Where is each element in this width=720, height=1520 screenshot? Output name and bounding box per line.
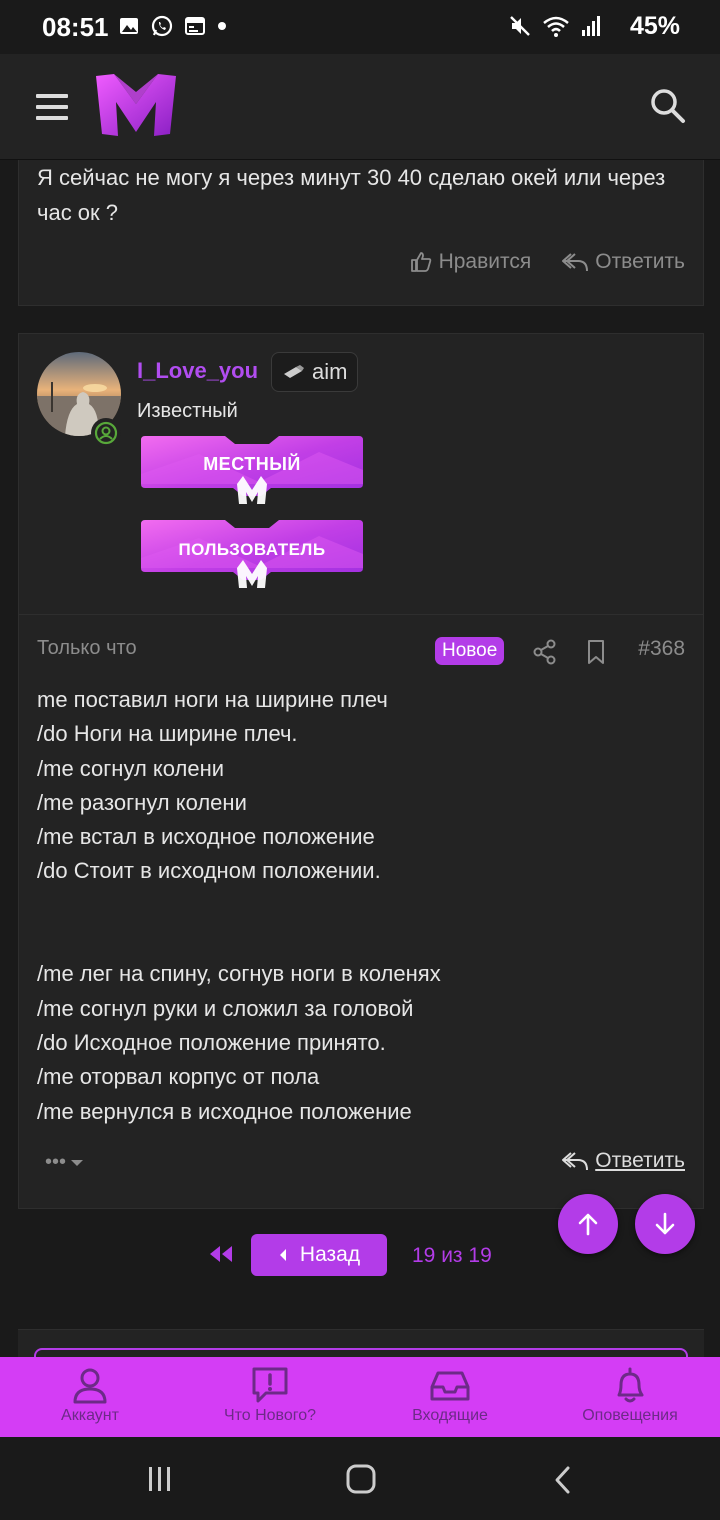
post-line (37, 889, 687, 923)
whatsapp-icon (151, 15, 173, 37)
author-title: Известный (137, 400, 238, 422)
hamburger-icon[interactable] (36, 94, 68, 120)
wifi-icon (543, 16, 569, 37)
pagination: Назад 19 из 19 (0, 1234, 720, 1278)
tab-notifications[interactable]: Оповещения (540, 1357, 720, 1437)
tab-account[interactable]: Аккаунт (0, 1357, 180, 1437)
like-label: Нравится (438, 250, 532, 273)
post-line: /me согнул колени (37, 755, 225, 781)
bell-icon (617, 1367, 644, 1403)
first-page-icon[interactable] (206, 1242, 236, 1266)
user-icon (73, 1368, 107, 1404)
post-time[interactable]: Только что (37, 637, 137, 660)
tab-notifications-label: Оповещения (582, 1407, 678, 1424)
search-icon[interactable] (648, 86, 688, 126)
reply-icon (562, 1152, 589, 1171)
more-actions-button[interactable]: ••• (45, 1151, 84, 1174)
thumbs-up-icon (410, 252, 431, 272)
author-username[interactable]: I_Love_you (137, 358, 258, 384)
post-line (37, 923, 687, 957)
online-status-icon (91, 418, 121, 448)
post-line: /me лег на спину, согнув ноги в коленях (37, 961, 441, 987)
mute-icon (510, 16, 530, 36)
post-368: Только что Новое #368 me поставил ноги н… (18, 615, 704, 1209)
post-line: /do Исходное положение принято. (37, 1029, 386, 1055)
like-button[interactable]: Нравится (409, 250, 532, 274)
post-reply-label: Ответить (595, 1149, 685, 1172)
post-line: /do Ноги на ширине плеч. (37, 721, 298, 747)
post-line: /me вернулся в исходное положение (37, 1098, 412, 1124)
tab-whats-new-label: Что Нового? (223, 1407, 317, 1424)
previous-post-actions: Нравится Ответить (409, 250, 685, 274)
previous-page-button[interactable]: Назад (251, 1234, 387, 1276)
dot-icon (218, 22, 226, 30)
author-tag: aim (271, 352, 359, 392)
reply-button[interactable]: Ответить (561, 250, 685, 274)
reply-icon (562, 253, 589, 272)
banner-user-label: ПОЛЬЗОВАТЕЛЬ (178, 540, 326, 559)
bookmark-icon[interactable] (585, 639, 607, 665)
post-number[interactable]: #368 (638, 637, 685, 661)
home-icon[interactable] (345, 1463, 377, 1495)
gallery-icon (120, 18, 138, 34)
chevron-down-icon (71, 1159, 84, 1166)
battery-level: 45% (629, 12, 680, 40)
tab-account-label: Аккаунт (61, 1407, 119, 1424)
previous-page-label: Назад (299, 1243, 361, 1266)
post-line: /me оторвал корпус от пола (37, 1064, 320, 1090)
status-bar: 08:51 45% (0, 0, 720, 54)
signal-icon (582, 16, 600, 36)
tab-inbox[interactable]: Входящие (360, 1357, 540, 1437)
banner-local-label: МЕСТНЫЙ (203, 454, 301, 474)
author-tag-label: aim (312, 359, 348, 384)
more-label: ••• (45, 1151, 67, 1173)
inbox-icon (430, 1371, 470, 1401)
post-reply-button[interactable]: Ответить (561, 1149, 685, 1173)
previous-post: Я сейчас не могу я через минут 30 40 сде… (18, 160, 704, 306)
status-time: 08:51 (42, 12, 109, 42)
page-count[interactable]: 19 из 19 (412, 1244, 492, 1268)
previous-post-text: Я сейчас не могу я через минут 30 40 сде… (37, 165, 666, 225)
post-line: /me согнул руки и сложил за головой (37, 995, 414, 1021)
post-body: me поставил ноги на ширине плеч /do Ноги… (37, 683, 687, 1129)
post-line: /me встал в исходное положение (37, 824, 375, 850)
author-block: I_Love_you aim Известный МЕСТНЫЙ ПОЛЬЗОВ… (18, 333, 704, 615)
recent-apps-icon[interactable] (146, 1465, 174, 1493)
system-navigation-bar (0, 1437, 720, 1520)
share-icon[interactable] (533, 639, 557, 665)
chevron-left-icon (279, 1249, 286, 1261)
reply-label: Ответить (595, 250, 685, 273)
status-system-icons (508, 14, 602, 38)
new-badge: Новое (435, 637, 505, 665)
thread-content: Я сейчас не могу я через минут 30 40 сде… (18, 160, 704, 1209)
alert-bubble-icon (252, 1367, 288, 1403)
calendar-icon (185, 17, 205, 35)
site-logo[interactable] (94, 70, 178, 138)
tab-whats-new[interactable]: Что Нового? (180, 1357, 360, 1437)
back-icon[interactable] (552, 1465, 572, 1495)
app-header (0, 54, 720, 160)
bottom-tabbar: Аккаунт Что Нового? Входящие Оповещения (0, 1357, 720, 1437)
usb-icon (284, 365, 304, 378)
post-line: /me разогнул колени (37, 789, 247, 815)
post-separator (18, 306, 704, 333)
post-line: me поставил ноги на ширине плеч (37, 687, 388, 712)
post-line: /do Стоит в исходном положении. (37, 858, 381, 884)
tab-inbox-label: Входящие (412, 1407, 488, 1424)
status-notification-icons (118, 14, 228, 38)
